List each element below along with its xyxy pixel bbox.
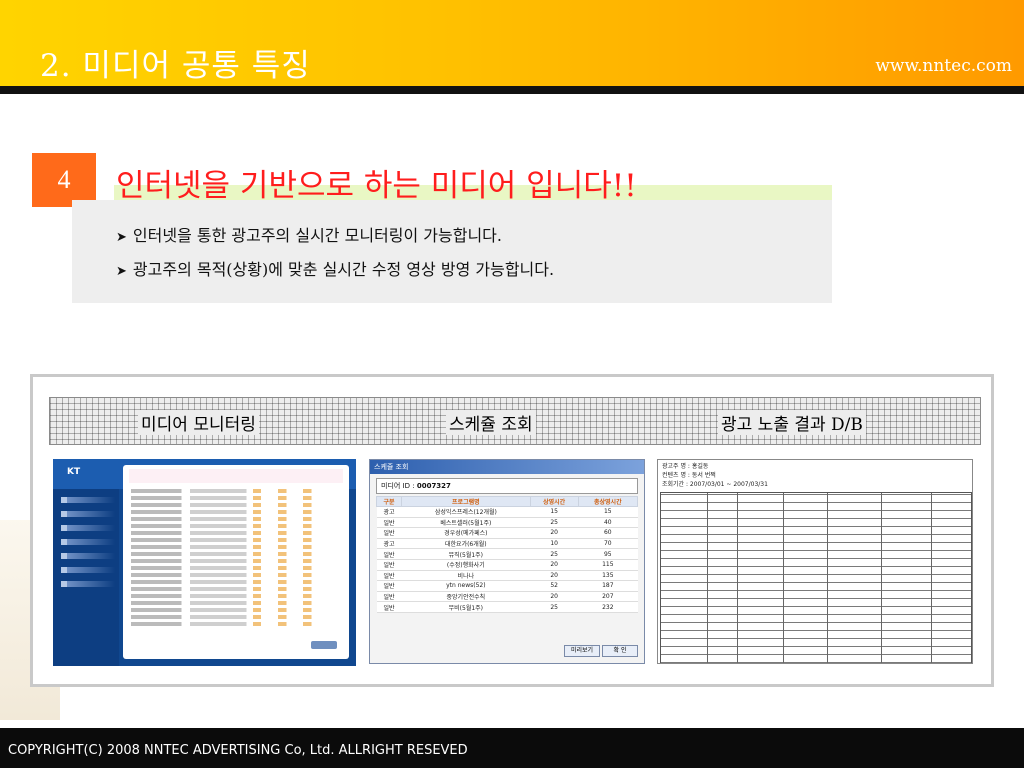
table-cell: 일반 <box>376 559 402 571</box>
monitoring-header <box>129 469 343 483</box>
table-cell: 15 <box>578 506 638 518</box>
media-id-field: 미디어 ID : 0007327 <box>376 478 638 494</box>
table-cell: 경우성(메가페스) <box>401 527 531 539</box>
table-cell: 52 <box>530 580 579 592</box>
column-header[interactable]: 프로그램명 <box>401 496 531 507</box>
confirm-button[interactable]: 확 인 <box>602 645 638 657</box>
schedule-table: 구분 프로그램명 상영시간 총상영시간 광고 삼성익스프레스(12개월) 15 15 일… <box>376 496 639 613</box>
report-advertiser: 광고주 명 : 홍길동 <box>662 463 709 470</box>
preview-button[interactable]: 미리보기 <box>564 645 600 657</box>
table-row[interactable]: 일반 경우성(메가페스) 20 60 <box>376 527 638 539</box>
table-cell: 비나나 <box>401 570 531 582</box>
panel-label-bar: 미디어 모니터링 스케쥴 조회 광고 노출 결과 D/B <box>49 397 981 445</box>
monitoring-main <box>123 465 349 659</box>
table-row[interactable]: 일반 비나나 20 135 <box>376 570 638 582</box>
table-cell: 일반 <box>376 580 402 592</box>
table-cell: 25 <box>530 601 579 613</box>
table-cell: ytn news(52) <box>401 580 531 592</box>
table-cell: 일반 <box>376 570 402 582</box>
section-number-badge: 4 <box>32 153 96 207</box>
table-cell: 187 <box>578 580 638 592</box>
column-header[interactable]: 구분 <box>376 496 402 507</box>
table-cell: 60 <box>578 527 638 539</box>
table-cell: 대한요가(6개월) <box>401 538 531 550</box>
table-cell: 10 <box>530 538 579 550</box>
table-cell: 베스트셀러(5월1주) <box>401 517 531 529</box>
report-meta: 광고주 명 : 홍길동 컨텐츠 명 : 동서 번쩍 조회기간 : 2007/03… <box>658 460 972 489</box>
table-cell: 25 <box>530 548 579 560</box>
label-ad-exposure-db: 광고 노출 결과 D/B <box>718 410 866 435</box>
table-cell: 40 <box>578 517 638 529</box>
column-header[interactable]: 총상영시간 <box>577 496 639 507</box>
header-divider <box>0 86 1024 94</box>
table-cell: 무비(5월1주) <box>401 601 531 613</box>
table-cell: 20 <box>530 527 579 539</box>
arrow-bullet-icon: ➤ <box>116 230 127 245</box>
table-cell: 일반 <box>376 591 402 603</box>
table-cell: 일반 <box>376 601 402 613</box>
table-cell: 삼성익스프레스(12개월) <box>401 506 531 518</box>
table-cell: 207 <box>578 591 638 603</box>
table-cell: 광고 <box>376 538 402 550</box>
table-cell: 일반 <box>376 517 402 529</box>
label-schedule: 스케쥴 조회 <box>446 410 536 435</box>
bullet-text: 광고주의 목적(상황)에 맞춘 실시간 수정 영상 방영 가능합니다. <box>132 260 555 279</box>
column-header[interactable]: 상영시간 <box>529 496 579 507</box>
table-row[interactable]: 일반 (수정)행화사기 20 115 <box>376 559 638 571</box>
monitoring-rows <box>123 489 349 626</box>
table-cell: 20 <box>530 591 579 603</box>
footer-copyright: COPYRIGHT(C) 2008 NNTEC ADVERTISING Co, … <box>8 743 468 758</box>
table-row[interactable]: 일반 뮤직(5월1주) 25 95 <box>376 548 638 560</box>
arrow-bullet-icon: ➤ <box>116 264 127 279</box>
table-row[interactable]: 광고 대한요가(6개월) 10 70 <box>376 538 638 550</box>
ad-exposure-report-screenshot: 광고주 명 : 홍길동 컨텐츠 명 : 동서 번쩍 조회기간 : 2007/03… <box>657 459 973 664</box>
table-cell: 중앙기안전수칙 <box>401 591 531 603</box>
page-title: 2. 미디어 공통 특징 <box>40 48 311 84</box>
table-cell: 뮤직(5월1주) <box>401 548 531 560</box>
report-content: 컨텐츠 명 : 동서 번쩍 <box>662 472 716 479</box>
report-grid <box>660 492 972 663</box>
table-cell: (수정)행화사기 <box>401 559 531 571</box>
screenshot-panel: 미디어 모니터링 스케쥴 조회 광고 노출 결과 D/B KT 스케쥴 조회 미… <box>30 374 994 687</box>
site-url[interactable]: www.nntec.com <box>875 56 1012 76</box>
table-cell: 광고 <box>376 506 402 518</box>
media-id-value: 0007327 <box>416 482 451 490</box>
bullet-text: 인터넷을 통한 광고주의 실시간 모니터링이 가능합니다. <box>132 226 502 245</box>
bullet-item: ➤ 광고주의 목적(상황)에 맞춘 실시간 수정 영상 방영 가능합니다. <box>116 256 554 280</box>
table-cell: 70 <box>578 538 638 550</box>
monitoring-sidebar <box>53 489 119 666</box>
table-row[interactable]: 일반 ytn news(52) 52 187 <box>376 580 638 592</box>
table-row[interactable]: 일반 중앙기안전수칙 20 207 <box>376 591 638 603</box>
schedule-screenshot: 스케쥴 조회 미디어 ID : 0007327 구분 프로그램명 상영시간 총상… <box>369 459 645 664</box>
label-media-monitoring: 미디어 모니터링 <box>138 410 259 435</box>
bullet-item: ➤ 인터넷을 통한 광고주의 실시간 모니터링이 가능합니다. <box>116 222 502 246</box>
table-cell: 일반 <box>376 548 402 560</box>
report-period: 조회기간 : 2007/03/01 ~ 2007/03/31 <box>662 481 768 488</box>
table-cell: 25 <box>530 517 579 529</box>
monitoring-button[interactable] <box>311 641 337 649</box>
table-row[interactable]: 일반 베스트셀러(5월1주) 25 40 <box>376 517 638 529</box>
table-cell: 135 <box>578 570 638 582</box>
table-cell: 115 <box>578 559 638 571</box>
section-headline: 인터넷을 기반으로 하는 미디어 입니다!! <box>116 168 637 204</box>
kt-logo: KT <box>67 467 81 477</box>
table-row[interactable]: 일반 무비(5월1주) 25 232 <box>376 601 638 613</box>
table-cell: 15 <box>530 506 579 518</box>
table-cell: 95 <box>578 548 638 560</box>
media-monitoring-screenshot: KT <box>53 459 356 666</box>
table-cell: 232 <box>578 601 638 613</box>
schedule-window-title: 스케쥴 조회 <box>370 460 644 474</box>
table-cell: 20 <box>530 559 579 571</box>
bullet-box: ➤ 인터넷을 통한 광고주의 실시간 모니터링이 가능합니다. ➤ 광고주의 목적(… <box>72 200 832 303</box>
table-cell: 일반 <box>376 527 402 539</box>
table-row[interactable]: 광고 삼성익스프레스(12개월) 15 15 <box>376 506 638 518</box>
media-id-label: 미디어 ID : <box>381 482 415 490</box>
table-cell: 20 <box>530 570 579 582</box>
